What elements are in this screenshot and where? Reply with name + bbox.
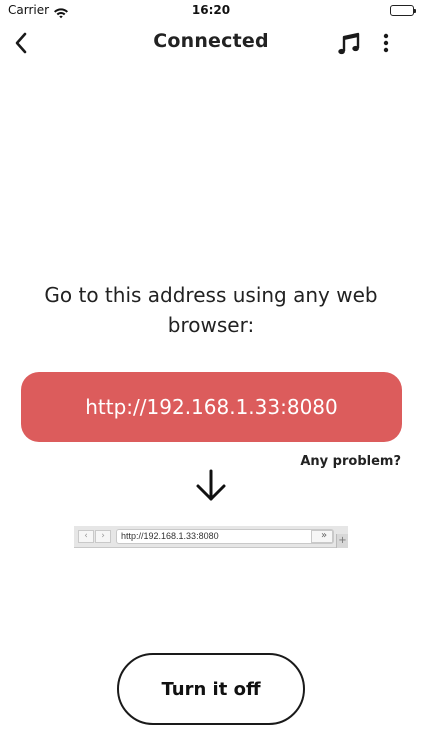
more-vertical-icon <box>383 33 389 53</box>
any-problem-link[interactable]: Any problem? <box>300 454 401 469</box>
browser-new-tab-icon: + <box>336 534 348 548</box>
screen: Carrier 16:20 Connected Go to this addre… <box>0 0 422 750</box>
browser-address-field: http://192.168.1.33:8080 <box>116 529 334 544</box>
more-button[interactable] <box>378 30 394 58</box>
music-note-icon <box>338 32 360 55</box>
browser-back-icon: ‹ <box>78 530 94 543</box>
battery-icon <box>390 5 416 16</box>
browser-address-text: http://192.168.1.33:8080 <box>121 531 219 541</box>
turn-off-label: Turn it off <box>161 678 261 700</box>
browser-bar-illustration: ‹ › http://192.168.1.33:8080 » + <box>74 526 348 548</box>
arrow-down-icon <box>196 469 226 501</box>
status-bar: Carrier 16:20 <box>0 0 422 22</box>
nav-bar: Connected <box>0 22 422 64</box>
music-button[interactable] <box>336 30 364 58</box>
server-url-label: http://192.168.1.33:8080 <box>85 395 338 419</box>
turn-off-button[interactable]: Turn it off <box>117 653 305 725</box>
browser-overflow-icon: » <box>321 530 328 541</box>
server-url-button[interactable]: http://192.168.1.33:8080 <box>21 372 402 442</box>
browser-forward-icon: › <box>95 530 111 543</box>
instruction-text: Go to this address using any web browser… <box>44 283 378 337</box>
clock: 16:20 <box>191 3 231 17</box>
